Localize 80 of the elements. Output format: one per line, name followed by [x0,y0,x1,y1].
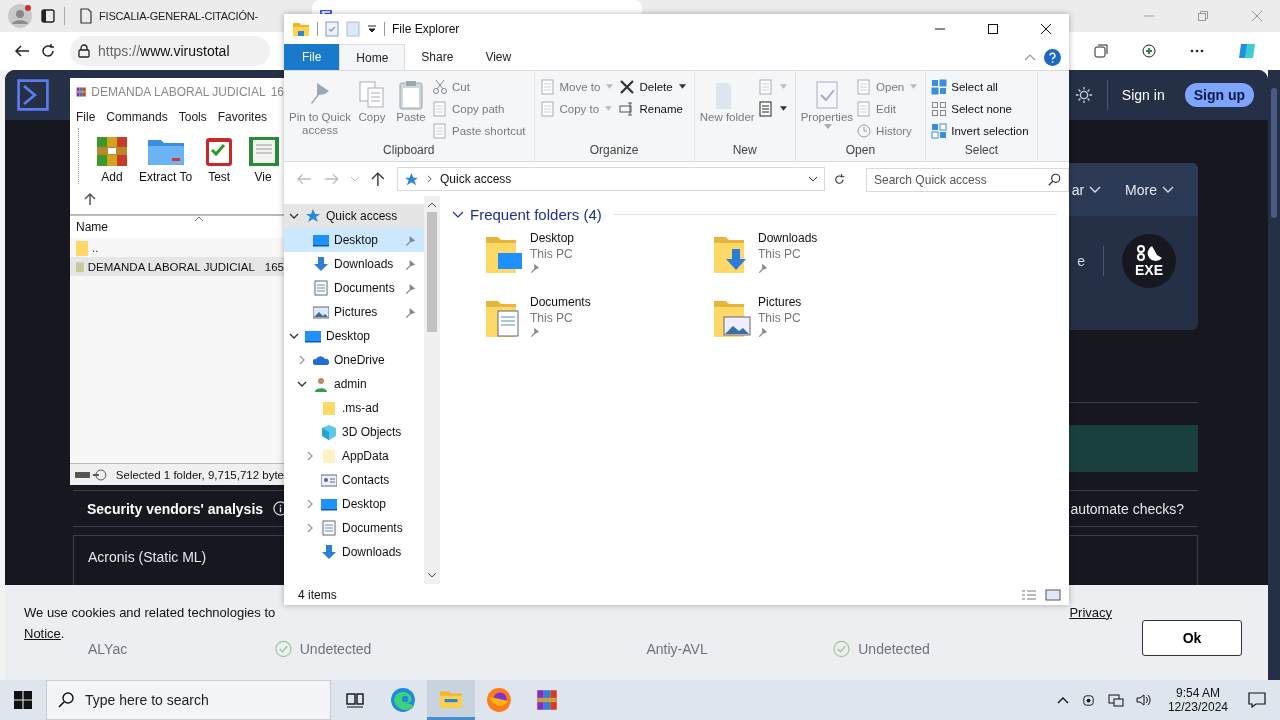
ribbon-tab[interactable]: File [284,44,340,70]
folder-name[interactable]: Documents [530,295,591,309]
status-text: Selected 1 folder, 9,715,712 byte [115,468,284,481]
sign-in-link[interactable]: Sign in [1121,87,1165,103]
tree-item[interactable]: Downloads [284,252,424,276]
toolbar-button[interactable]: Add [101,170,123,184]
ribbon-button[interactable]: Invert selection [951,124,1029,137]
folder-name[interactable]: Desktop [530,231,575,245]
tree-item[interactable]: .ms-ad [284,396,424,420]
tree-item[interactable]: Downloads [284,540,424,564]
file-row[interactable]: .. [70,238,284,257]
folder-name[interactable]: Downloads [758,231,818,245]
ribbon-tab[interactable]: Share [405,44,470,70]
tree-item[interactable]: Documents [284,276,424,300]
section-title: Security vendors' analysis [87,500,264,517]
group-label: Clipboard [382,143,436,159]
menu-dropdown[interactable]: More [1125,181,1157,198]
ribbon-button[interactable]: Select none [951,102,1012,115]
browser-tab[interactable]: FISCALIA-GENERAL-CITACIÓN- [73,0,284,32]
tree-item[interactable]: Desktop [284,228,424,252]
clock-time[interactable]: 9:54 AM [1175,686,1220,700]
tree-item[interactable]: Desktop [284,324,424,348]
file-type-label: EXE [1135,262,1163,278]
group-label: Select [963,143,1000,159]
search-field[interactable]: Type here to search [46,680,331,720]
tree-item[interactable]: Documents [284,516,424,540]
automate-link[interactable]: automate checks? [1070,500,1198,517]
file-row[interactable]: DEMANDA LABORAL JUDICIAL 165 [70,257,284,276]
search-field[interactable]: Search Quick access [866,168,1069,192]
menu-dropdown[interactable]: ar [1071,181,1085,198]
window-title: File Explorer [392,22,460,36]
folder-location: This PC [758,311,801,325]
tree-item[interactable]: OneDrive [284,348,424,372]
folder-name[interactable]: Pictures [758,295,802,309]
cookie-text: . [60,625,65,641]
tree-item[interactable]: Contacts [284,468,424,492]
ribbon-tab[interactable]: Home [339,44,406,70]
group-label: Open [844,143,877,159]
address-text: Quick access [440,172,512,186]
card-text: e [1077,253,1085,269]
vendor-result: Undetected [858,641,931,657]
ribbon-button[interactable]: Rename [639,102,683,115]
tree-item[interactable]: Desktop [284,492,424,516]
sign-up-button[interactable]: Sign up [1184,83,1254,107]
cookie-text: We use cookies and related technologies to [24,604,276,620]
tree-item[interactable]: Pictures [284,300,424,324]
window-title: 16 [270,85,284,99]
address-field[interactable]: Quick access [397,167,826,191]
privacy-link[interactable]: Notice [24,625,61,641]
folder-location: This PC [758,247,801,261]
privacy-link[interactable]: Privacy [1069,604,1112,620]
folder-location: This PC [530,311,573,325]
menu-item[interactable]: File [76,110,96,124]
group-label: Organize [588,143,640,159]
vendor-result: Undetected [299,641,373,657]
menu-item[interactable]: Tools [178,110,207,124]
tree-item[interactable]: 3D Objects [284,420,424,444]
group-label: New [731,143,758,159]
toolbar-button[interactable]: Vie [254,170,272,184]
tree-item[interactable]: admin [284,372,424,396]
window-title: DEMANDA LABORAL JUDICIAL [91,85,266,99]
folder-location: This PC [530,247,573,261]
tree-item[interactable]: AppData [284,444,424,468]
toolbar-button[interactable]: Test [208,170,231,184]
clock-date[interactable]: 12/23/2024 [1167,700,1228,714]
url-field[interactable]: https://www.virustotal [70,36,270,66]
ok-button[interactable]: Ok [1142,619,1242,656]
vendor-name: Acronis (Static ML) [88,549,207,565]
ribbon-button[interactable]: Select all [951,80,998,93]
column-header[interactable]: Name [76,220,108,234]
toolbar-button[interactable]: Extract To [139,170,193,184]
status-text: 4 items [298,587,337,602]
vendor-name: Antiy-AVL [646,641,709,657]
menu-item[interactable]: Commands [106,110,168,124]
section-header[interactable]: Frequent folders (4) [470,206,602,223]
menu-item[interactable]: Favorites [217,110,268,124]
ribbon-tab[interactable]: View [469,44,528,70]
vendor-name: ALYac [88,641,129,657]
ribbon-button[interactable]: Delete [639,80,673,93]
tree-item[interactable]: Quick access [284,204,424,228]
